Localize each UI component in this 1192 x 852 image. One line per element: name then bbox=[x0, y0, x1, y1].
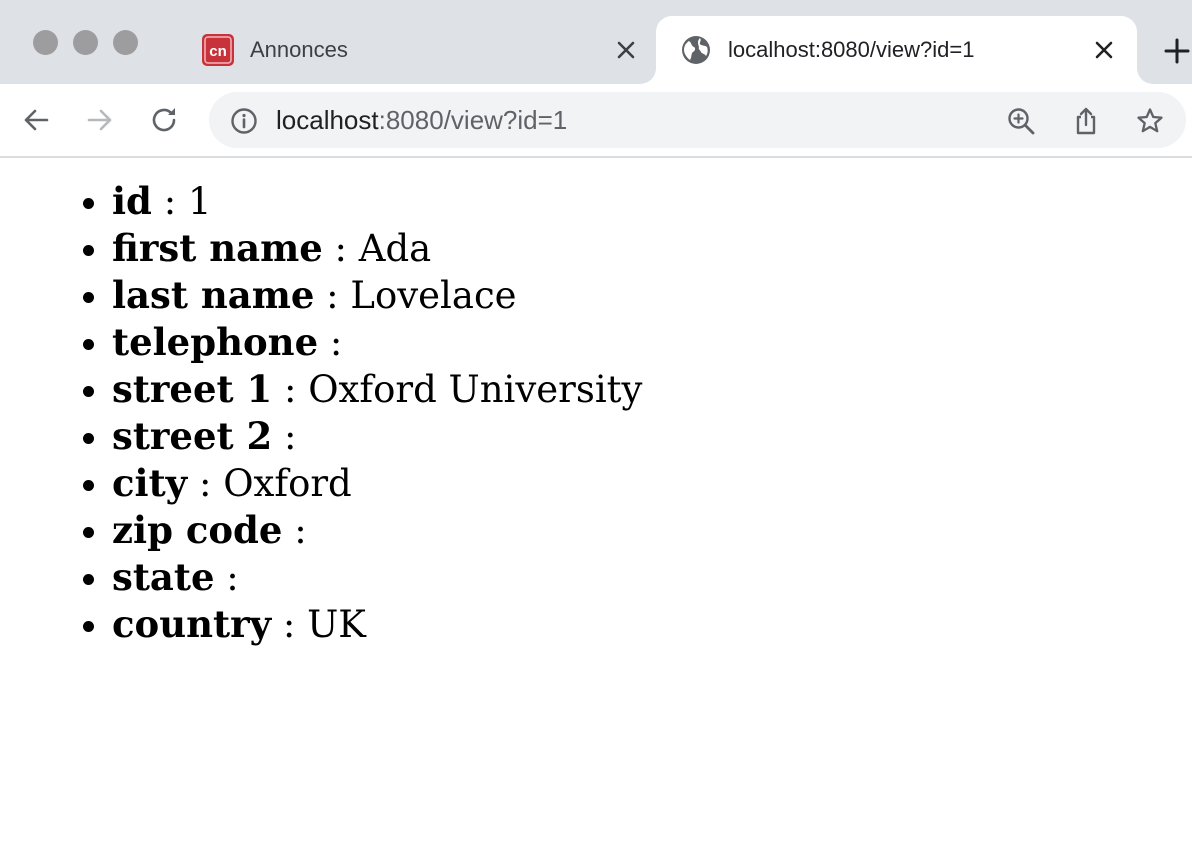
new-tab-icon[interactable] bbox=[1162, 36, 1192, 66]
field-separator: : bbox=[322, 227, 359, 270]
list-item: city : Oxford bbox=[112, 460, 642, 507]
list-item: last name : Lovelace bbox=[112, 272, 642, 319]
url-path: :8080/view?id=1 bbox=[378, 105, 568, 135]
globe-icon bbox=[682, 36, 710, 64]
field-separator: : bbox=[318, 321, 343, 364]
field-separator: : bbox=[272, 368, 309, 411]
reload-icon[interactable] bbox=[148, 104, 180, 136]
field-separator: : bbox=[151, 180, 188, 223]
close-window-button[interactable] bbox=[33, 30, 58, 55]
field-label: telephone bbox=[112, 320, 319, 364]
field-separator: : bbox=[187, 462, 224, 505]
zoom-icon[interactable] bbox=[1006, 106, 1036, 136]
list-item: telephone : bbox=[112, 319, 642, 366]
list-item: state : bbox=[112, 554, 642, 601]
close-tab-icon[interactable] bbox=[614, 38, 638, 62]
cn-logo-icon: cn bbox=[202, 34, 234, 66]
field-value: Ada bbox=[358, 227, 432, 270]
tab-title: localhost:8080/view?id=1 bbox=[728, 37, 975, 62]
tab-title: Annonces bbox=[250, 37, 348, 62]
back-arrow-icon[interactable] bbox=[20, 104, 52, 136]
field-value: Oxford University bbox=[308, 368, 643, 411]
close-tab-icon[interactable] bbox=[1092, 38, 1116, 62]
url-host: localhost bbox=[276, 105, 379, 135]
field-label: first name bbox=[112, 226, 323, 270]
list-item: street 2 : bbox=[112, 413, 642, 460]
field-label: country bbox=[112, 602, 272, 646]
field-separator: : bbox=[271, 603, 308, 646]
list-item: zip code : bbox=[112, 507, 642, 554]
field-label: city bbox=[112, 461, 188, 505]
field-value: Lovelace bbox=[350, 274, 517, 317]
svg-text:cn: cn bbox=[209, 43, 227, 60]
browser-window: cn Annonces localhost:8080/view?id=1 loc… bbox=[0, 0, 1192, 852]
field-separator: : bbox=[272, 415, 297, 458]
list-item: first name : Ada bbox=[112, 225, 642, 272]
page-content: id : 1 first name : Ada last name : Love… bbox=[0, 158, 1192, 852]
field-separator: : bbox=[282, 509, 307, 552]
info-icon[interactable] bbox=[229, 106, 259, 136]
bookmark-star-icon[interactable] bbox=[1135, 106, 1165, 136]
record-details-list: id : 1 first name : Ada last name : Love… bbox=[112, 178, 642, 648]
list-item: id : 1 bbox=[112, 178, 642, 225]
field-separator: : bbox=[314, 274, 351, 317]
forward-arrow-icon[interactable] bbox=[84, 104, 116, 136]
field-label: state bbox=[112, 555, 215, 599]
field-value: UK bbox=[307, 603, 366, 646]
list-item: country : UK bbox=[112, 601, 642, 648]
list-item: street 1 : Oxford University bbox=[112, 366, 642, 413]
minimize-window-button[interactable] bbox=[73, 30, 98, 55]
maximize-window-button[interactable] bbox=[113, 30, 138, 55]
field-separator: : bbox=[214, 556, 239, 599]
field-label: zip code bbox=[112, 508, 283, 552]
field-value: 1 bbox=[187, 180, 212, 223]
field-label: id bbox=[112, 179, 152, 223]
url-text[interactable]: localhost:8080/view?id=1 bbox=[276, 104, 567, 136]
share-icon[interactable] bbox=[1071, 106, 1101, 136]
field-label: street 2 bbox=[112, 414, 273, 458]
tab-localhost-view[interactable]: localhost:8080/view?id=1 bbox=[656, 16, 1137, 84]
tab-strip: cn Annonces localhost:8080/view?id=1 bbox=[0, 0, 1192, 84]
field-value: Oxford bbox=[223, 462, 352, 505]
browser-toolbar: localhost:8080/view?id=1 bbox=[0, 84, 1192, 158]
field-label: street 1 bbox=[112, 367, 273, 411]
tab-annonces[interactable]: cn Annonces bbox=[186, 16, 656, 84]
field-label: last name bbox=[112, 273, 315, 317]
address-bar[interactable]: localhost:8080/view?id=1 bbox=[209, 92, 1186, 148]
